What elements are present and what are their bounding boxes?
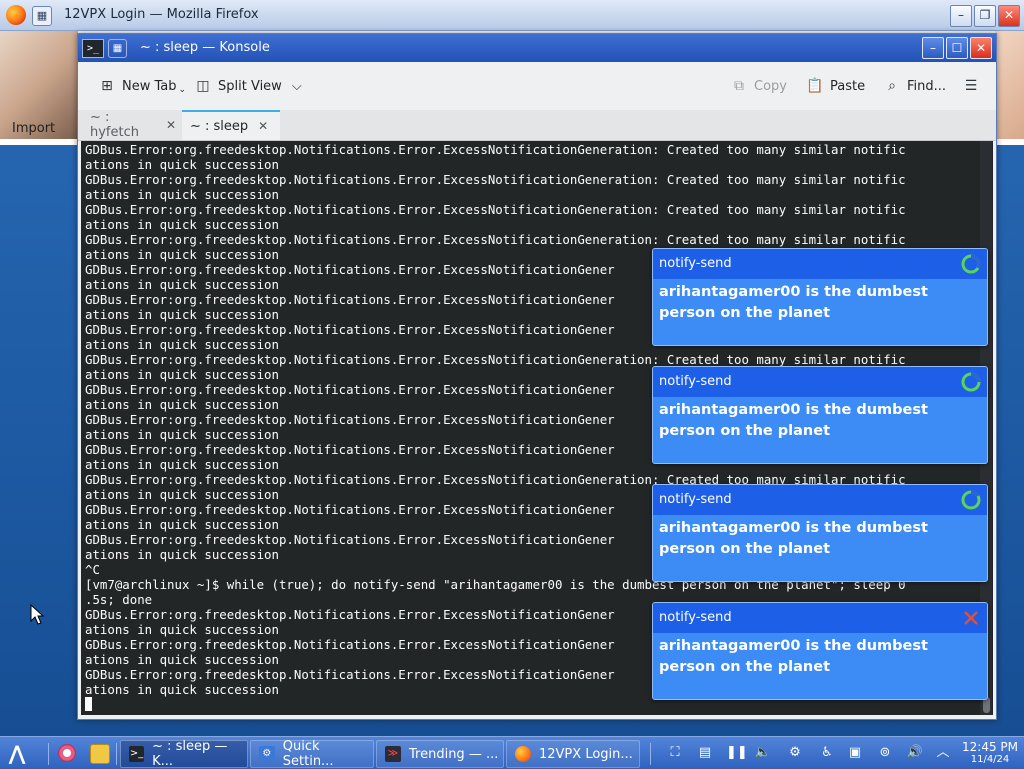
separator [116,743,117,765]
konsole-app-icon: >_ [82,39,104,58]
minimize-button[interactable]: – [922,37,944,59]
application-launcher-icon[interactable]: ⋀ [4,741,30,765]
notification-popup[interactable]: notify-send arihantagamer00 is the dumbe… [652,248,988,346]
close-icon[interactable] [961,608,981,628]
hamburger-menu-button[interactable]: ☰ [962,76,986,96]
clock-date: 11/4/24 [970,754,1010,765]
tab-bar: ~ : hyfetch ✕ ~ : sleep ✕ [78,110,996,141]
split-view-label: Split View [218,78,282,94]
notification-body: arihantagamer00 is the dumbest person on… [659,638,928,675]
notification-body: arihantagamer00 is the dumbest person on… [659,402,928,439]
firefox-icon [6,5,26,25]
mouse-cursor-icon [30,604,45,625]
notification-app-name: notify-send [659,256,732,271]
separator [48,743,49,765]
notification-popup[interactable]: notify-send arihantagamer00 is the dumbe… [652,484,988,582]
copy-button[interactable]: ⧉ Copy [730,76,787,96]
close-tab-icon[interactable]: ✕ [166,118,176,132]
paste-button[interactable]: 📋 Paste [806,76,865,96]
countdown-timer-icon[interactable] [961,372,981,392]
notification-body: arihantagamer00 is the dumbest person on… [659,284,928,321]
close-button[interactable]: ✕ [970,37,992,59]
clipboard-icon[interactable]: ▤ [696,744,714,762]
tab-hyfetch[interactable]: ~ : hyfetch ✕ [82,109,184,140]
find-button[interactable]: ⌕ Find... [883,76,946,96]
notification-header: notify-send [653,249,987,279]
konsole-window-title: ~ : sleep — Konsole [140,40,270,55]
new-tab-label: New Tab [122,78,177,94]
notification-app-name: notify-send [659,374,732,389]
separator [650,743,651,765]
notification-header: notify-send [653,603,987,633]
task-label: Quick Settin... [282,739,334,769]
new-tab-button[interactable]: ⊞ New Tab ⌄ [98,76,186,96]
firefox-titlebar[interactable]: ▦ 12VPX Login — Mozilla Firefox – ❐ ✕ [0,0,1024,31]
new-tab-icon: ⊞ [101,78,113,94]
media-pause-icon[interactable]: ❚❚ [726,744,748,762]
konsole-titlebar[interactable]: >_ ▦ ~ : sleep — Konsole – ☐ ✕ [78,34,996,62]
window-menu-icon[interactable]: ▦ [32,6,52,26]
countdown-timer-icon[interactable] [961,490,981,510]
notification-app-name: notify-send [659,492,732,507]
notification-popup[interactable]: notify-send arihantagamer00 is the dumbe… [652,602,988,700]
firefox-window-title: 12VPX Login — Mozilla Firefox [64,7,259,22]
task-label: ~ : sleep — K... [152,739,228,769]
task-konsole[interactable]: >_ ~ : sleep — K... [120,739,248,769]
chevron-down-icon[interactable]: ⌵ [292,79,302,94]
accessibility-icon[interactable]: ♿ [818,744,836,762]
speaker-icon[interactable]: 🔊 [906,744,924,762]
close-tab-icon[interactable]: ✕ [258,119,268,133]
paste-icon: 📋 [806,78,824,94]
konsole-toolbar: ⊞ New Tab ⌄ ◫ Split View ⌵ ⧉ Copy 📋 Past… [78,62,996,111]
notification-body: arihantagamer00 is the dumbest person on… [659,520,928,557]
settings-gear-icon[interactable]: ⚙ [786,744,804,762]
file-manager-icon[interactable] [90,744,110,764]
close-button[interactable]: ✕ [998,5,1020,27]
copy-icon: ⧉ [734,78,744,94]
browser-quick-launch-icon[interactable] [58,744,76,762]
terminal-cursor [85,697,92,711]
task-quick-settings[interactable]: ⚙ Quick Settin... [250,739,374,769]
tab-sleep[interactable]: ~ : sleep ✕ [182,110,280,140]
network-icon[interactable]: ⊚ [876,744,894,762]
task-label: Trending — ... [409,746,499,762]
chevron-down-icon: ⌄ [178,85,187,95]
task-firefox[interactable]: 12VPX Login... [506,740,640,768]
minimize-button[interactable]: – [950,5,972,27]
split-view-button[interactable]: ◫ Split View ⌵ [194,76,302,96]
split-view-icon: ◫ [196,78,210,94]
notification-popup[interactable]: notify-send arihantagamer00 is the dumbe… [652,366,988,464]
countdown-timer-icon[interactable] [961,254,981,274]
terminal-icon: >_ [129,746,145,762]
maximize-button[interactable]: ☐ [946,37,968,59]
window-menu-icon[interactable]: ▦ [108,39,127,58]
maximize-button[interactable]: ❐ [974,5,996,27]
find-label: Find... [907,78,947,94]
task-label: 12VPX Login... [539,746,633,762]
taskbar: ⋀ >_ ~ : sleep — K... ⚙ Quick Settin... … [0,736,1024,769]
trending-icon: ≫ [385,746,401,762]
notification-header: notify-send [653,367,987,397]
firefox-icon [515,746,531,762]
search-icon: ⌕ [888,78,896,94]
vault-icon[interactable]: ⛶ [666,744,684,762]
chevron-up-icon[interactable]: ︿ [934,744,952,762]
clock[interactable]: 12:45 PM 11/4/24 [962,740,1018,766]
tab-label: ~ : hyfetch [90,109,139,140]
notification-header: notify-send [653,485,987,515]
page-image [995,31,1024,139]
notification-app-name: notify-send [659,610,732,625]
copy-label: Copy [754,78,787,94]
hamburger-menu-icon: ☰ [964,78,978,94]
import-link[interactable]: Import [12,121,55,136]
clock-time: 12:45 PM [962,740,1018,754]
paste-label: Paste [830,78,866,94]
display-icon[interactable]: ▣ [846,744,864,762]
settings-icon: ⚙ [259,746,275,762]
volume-icon[interactable]: 🔈 [754,744,772,762]
tab-label: ~ : sleep [190,118,249,134]
task-trending[interactable]: ≫ Trending — ... [376,740,504,768]
